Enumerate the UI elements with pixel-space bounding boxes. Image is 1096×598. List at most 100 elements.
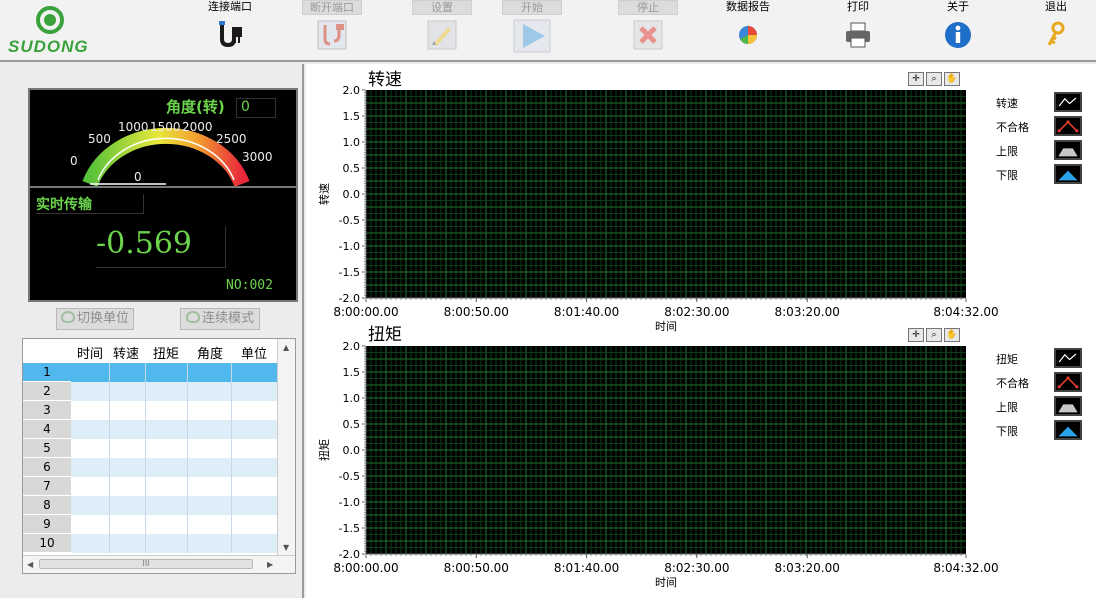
fail-swatch-icon — [1054, 116, 1082, 136]
scroll-right-icon[interactable]: ▶ — [267, 560, 273, 569]
row-cells[interactable] — [71, 496, 277, 515]
switch-unit-button[interactable]: 切换单位 — [56, 308, 134, 330]
row-number: 1 — [23, 363, 71, 382]
table-row[interactable]: 1 — [23, 363, 277, 382]
row-cells[interactable] — [71, 439, 277, 458]
legend-item[interactable]: 上限 — [996, 140, 1096, 160]
continuous-mode-label: 连续模式 — [201, 311, 254, 326]
scroll-up-icon[interactable]: ▲ — [283, 343, 289, 352]
gauge-title: 角度(转) — [166, 98, 225, 116]
legend-item[interactable]: 下限 — [996, 420, 1096, 440]
cell-separator — [187, 515, 188, 534]
cell-separator — [231, 382, 232, 401]
stop-button[interactable]: 停止 — [618, 0, 678, 60]
row-number: 4 — [23, 420, 71, 439]
table-row[interactable]: 10 — [23, 534, 277, 553]
cell-separator — [145, 401, 146, 420]
x-tick-label: 8:00:00.00 — [333, 305, 398, 319]
horizontal-scrollbar[interactable]: ◀ III ▶ — [23, 555, 295, 573]
cell-separator — [145, 363, 146, 382]
x-tick-label: 8:01:40.00 — [554, 561, 619, 575]
cell-separator — [231, 439, 232, 458]
legend-label: 转速 — [996, 97, 1018, 110]
connect-port-button[interactable]: 连接端口 — [200, 0, 260, 60]
row-cells[interactable] — [71, 515, 277, 534]
legend-item[interactable]: 下限 — [996, 164, 1096, 184]
column-header[interactable]: 角度 — [197, 343, 223, 362]
settings-pencil-icon — [427, 20, 457, 50]
switch-icon — [60, 311, 75, 323]
cell-separator — [145, 382, 146, 401]
row-cells[interactable] — [71, 534, 277, 553]
vertical-scrollbar[interactable]: ▲ ▼ — [277, 339, 295, 557]
legend-label: 下限 — [996, 169, 1018, 182]
about-label: 关于 — [947, 0, 969, 13]
realtime-value: -0.569 — [96, 226, 226, 268]
table-row[interactable]: 9 — [23, 515, 277, 534]
data-report-button[interactable]: 数据报告 — [718, 0, 778, 60]
pie-chart-icon — [739, 26, 757, 44]
cell-separator — [187, 420, 188, 439]
cell-separator — [187, 439, 188, 458]
settings-button[interactable]: 设置 — [412, 0, 472, 60]
y-tick-label: 1.5 — [343, 110, 361, 123]
row-cells[interactable] — [71, 363, 277, 382]
column-header[interactable]: 转速 — [113, 343, 139, 362]
legend-item[interactable]: 扭矩 — [996, 348, 1096, 368]
key-exit-icon — [1047, 21, 1065, 46]
row-cells[interactable] — [71, 420, 277, 439]
column-header[interactable]: 时间 — [77, 343, 103, 362]
column-header[interactable]: 单位 — [241, 343, 267, 362]
legend-item[interactable]: 不合格 — [996, 372, 1096, 392]
scroll-thumb[interactable]: III — [39, 559, 253, 569]
row-cells[interactable] — [71, 458, 277, 477]
exit-button[interactable]: 退出 — [1026, 0, 1086, 60]
realtime-label: 实时传输 — [36, 194, 144, 214]
table-row[interactable]: 3 — [23, 401, 277, 420]
speed-chart[interactable]: 2.0 1.5 1.0 0.5 0.0 -0.5 -1.0 -1.5 -2.08:00:00.0… — [306, 64, 1096, 344]
x-tick-label: 8:03:20.00 — [775, 561, 840, 575]
table-row[interactable]: 5 — [23, 439, 277, 458]
cell-separator — [109, 458, 110, 477]
legend-item[interactable]: 转速 — [996, 92, 1096, 112]
start-label: 开始 — [502, 0, 562, 15]
row-number: 8 — [23, 496, 71, 515]
scroll-left-icon[interactable]: ◀ — [27, 560, 33, 569]
cell-separator — [145, 420, 146, 439]
gauge-tick: 3000 — [242, 150, 273, 164]
start-button[interactable]: 开始 — [502, 0, 562, 60]
info-icon — [945, 22, 971, 48]
table-row[interactable]: 7 — [23, 477, 277, 496]
table-row[interactable]: 4 — [23, 420, 277, 439]
cell-separator — [231, 363, 232, 382]
row-cells[interactable] — [71, 401, 277, 420]
upper-limit-swatch-icon — [1054, 140, 1082, 160]
gauge-tick: 2500 — [216, 132, 247, 146]
continuous-mode-button[interactable]: 连续模式 — [180, 308, 260, 330]
row-cells[interactable] — [71, 382, 277, 401]
disconnect-port-button[interactable]: 断开端口 — [302, 0, 362, 60]
line-swatch-icon — [1054, 348, 1082, 368]
table-row[interactable]: 6 — [23, 458, 277, 477]
row-cells[interactable] — [71, 477, 277, 496]
scroll-down-icon[interactable]: ▼ — [283, 543, 289, 552]
exit-label: 退出 — [1045, 0, 1067, 13]
column-header[interactable]: 扭矩 — [153, 343, 179, 362]
gauge-tick: 1500 — [150, 120, 181, 134]
legend-item[interactable]: 不合格 — [996, 116, 1096, 136]
cell-separator — [145, 477, 146, 496]
cell-separator — [187, 534, 188, 553]
data-table[interactable]: 时间 转速 扭矩 角度 单位 1 2 3 4 5 6 7 8 9 10 ▲ ▼ ◀ III ▶ — [22, 338, 296, 574]
x-tick-label: 8:04:32.00 — [933, 561, 998, 575]
torque-chart[interactable]: 2.0 1.5 1.0 0.5 0.0 -0.5 -1.0 -1.5 -2.08:00:00.0… — [306, 320, 1096, 598]
legend-item[interactable]: 上限 — [996, 396, 1096, 416]
cell-separator — [231, 401, 232, 420]
table-row[interactable]: 8 — [23, 496, 277, 515]
cell-separator — [145, 458, 146, 477]
about-button[interactable]: 关于 — [928, 0, 988, 60]
legend-label: 不合格 — [996, 377, 1029, 390]
upper-limit-swatch-icon — [1054, 396, 1082, 416]
print-button[interactable]: 打印 — [828, 0, 888, 60]
table-row[interactable]: 2 — [23, 382, 277, 401]
plug-connect-icon — [219, 21, 242, 48]
